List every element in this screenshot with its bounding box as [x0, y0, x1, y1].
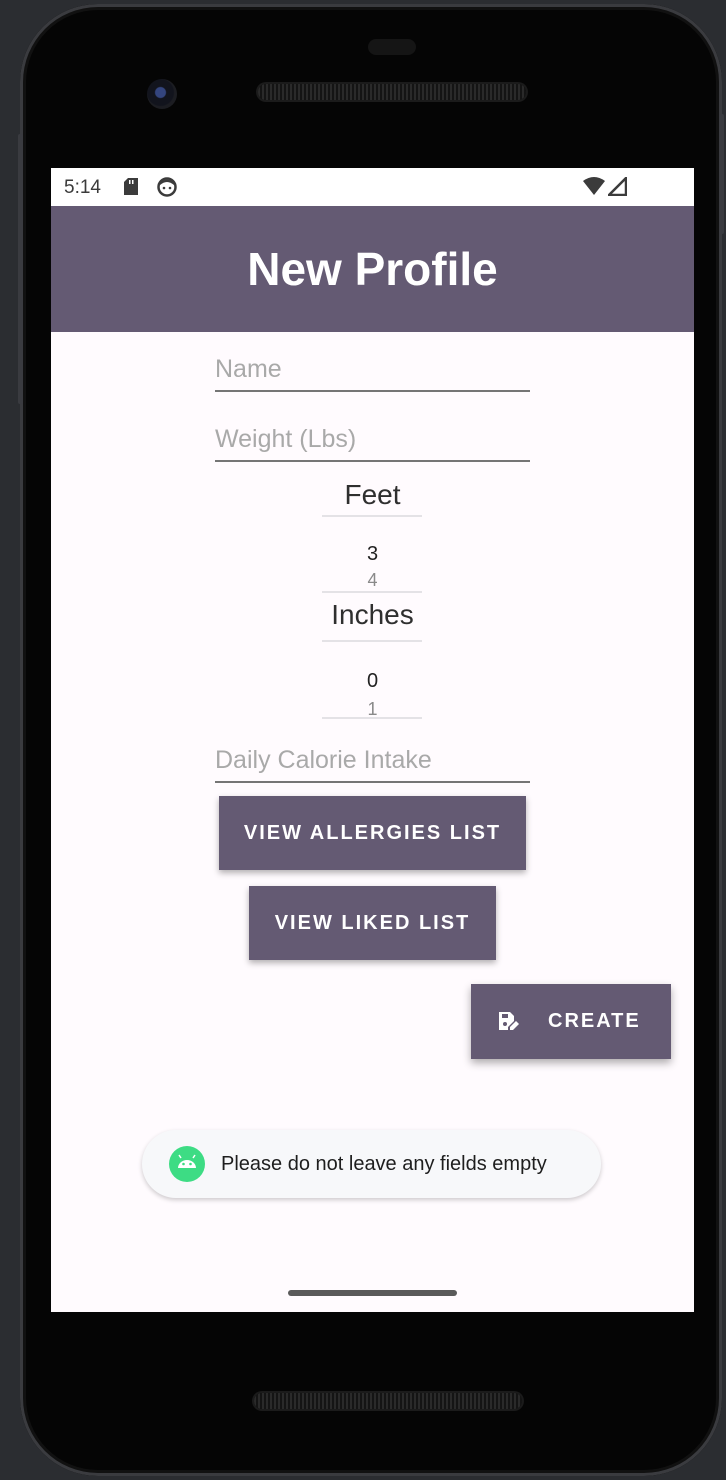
- inches-picker-divider-top: [322, 640, 422, 642]
- feet-picker-divider-bottom: [322, 591, 422, 593]
- status-bar: 5:14: [51, 168, 694, 206]
- inches-picker-divider-bottom: [322, 717, 422, 719]
- inches-picker-selected[interactable]: 0: [51, 670, 694, 693]
- toast-message: Please do not leave any fields empty: [142, 1130, 601, 1198]
- view-liked-button[interactable]: VIEW LIKED LIST: [249, 886, 496, 960]
- front-camera: [147, 79, 177, 109]
- feet-picker-divider-top: [322, 515, 422, 517]
- toast-text: Please do not leave any fields empty: [221, 1153, 547, 1175]
- home-indicator[interactable]: [288, 1290, 457, 1296]
- weight-placeholder: Weight (Lbs): [215, 425, 357, 453]
- android-icon: [169, 1146, 205, 1182]
- face-icon: [157, 177, 177, 197]
- status-time: 5:14: [64, 177, 101, 198]
- proximity-sensor: [368, 39, 416, 55]
- weight-field[interactable]: Weight (Lbs): [215, 418, 530, 462]
- signal-icon: [608, 177, 627, 196]
- device-screen: 5:14 New Profile Name Weight (Lbs) Feet …: [51, 168, 694, 1312]
- feet-picker-selected[interactable]: 3: [51, 543, 694, 566]
- calorie-intake-field[interactable]: Daily Calorie Intake: [215, 739, 530, 783]
- save-edit-icon: [499, 1012, 519, 1030]
- inches-label: Inches: [331, 599, 414, 630]
- calorie-intake-placeholder: Daily Calorie Intake: [215, 746, 432, 774]
- earpiece-speaker: [258, 84, 526, 100]
- create-button[interactable]: CREATE: [471, 984, 671, 1059]
- create-button-label: CREATE: [548, 1010, 641, 1032]
- bottom-speaker: [254, 1393, 522, 1409]
- view-allergies-button[interactable]: VIEW ALLERGIES LIST: [219, 796, 526, 870]
- power-button: [719, 114, 724, 234]
- name-field[interactable]: Name: [215, 348, 530, 392]
- wifi-icon: [583, 177, 605, 195]
- app-bar: New Profile: [51, 206, 694, 332]
- volume-button: [18, 134, 23, 404]
- name-placeholder: Name: [215, 355, 282, 383]
- feet-picker-next[interactable]: 4: [51, 570, 694, 591]
- sd-card-icon: [124, 178, 138, 195]
- feet-label: Feet: [344, 479, 401, 510]
- page-title: New Profile: [247, 243, 498, 295]
